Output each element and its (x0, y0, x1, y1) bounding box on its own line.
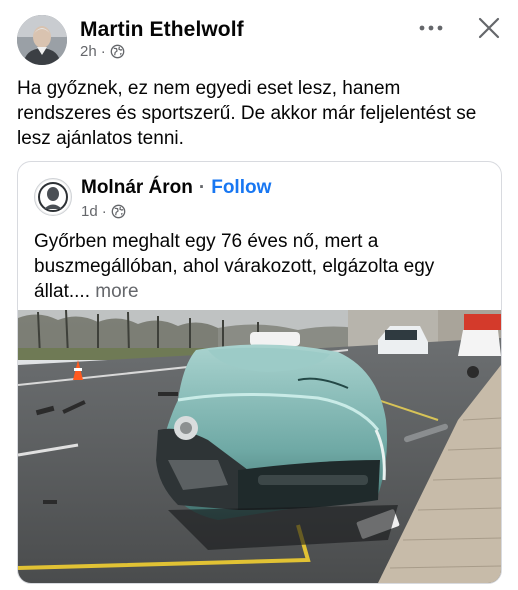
post-meta: 2h · (80, 43, 125, 60)
accident-photo[interactable] (18, 309, 501, 583)
shared-author-avatar[interactable] (34, 178, 72, 216)
post-text: Ha győznek, ez nem egyedi eset lesz, han… (17, 78, 477, 149)
shared-post-card[interactable]: Molnár Áron · Follow 1d · Győrben meghal… (17, 161, 502, 584)
separator: · (198, 177, 206, 198)
shared-author-name[interactable]: Molnár Áron (81, 177, 193, 199)
globe-icon (110, 44, 125, 59)
post-time[interactable]: 2h (80, 43, 97, 60)
author-avatar[interactable] (17, 15, 67, 65)
globe-icon (111, 204, 126, 219)
follow-button[interactable]: Follow (211, 177, 271, 199)
shared-post-text: Győrben meghalt egy 76 éves nő, mert a b… (34, 229, 484, 304)
shared-post-time[interactable]: 1d (81, 203, 98, 220)
more-horizontal-icon (419, 25, 443, 31)
post-header: Martin Ethelwolf 2h · (0, 0, 518, 70)
close-icon (478, 17, 500, 39)
shared-post-meta: 1d · (81, 203, 126, 220)
wrecked-car-photo (18, 309, 501, 583)
shared-header-line: Molnár Áron · Follow (81, 177, 271, 199)
author-name[interactable]: Martin Ethelwolf (80, 18, 244, 42)
avatar-illustration (36, 180, 70, 214)
avatar-photo (17, 15, 67, 65)
more-options-button[interactable] (416, 14, 446, 42)
close-button[interactable] (474, 13, 504, 43)
see-more-link[interactable]: more (95, 281, 138, 302)
